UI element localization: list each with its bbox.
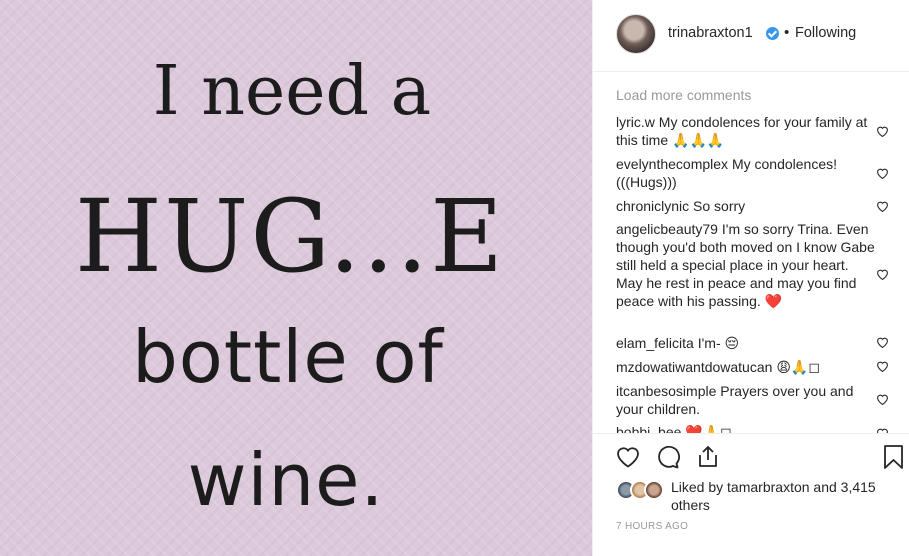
heart-icon[interactable] [615, 444, 641, 470]
comment-text: So sorry [693, 198, 746, 214]
comment-like-heart-icon[interactable] [876, 125, 889, 137]
comment-icon[interactable] [655, 444, 681, 470]
liker-avatar[interactable] [644, 480, 664, 500]
image-text-line-2: HUG...E [74, 178, 506, 295]
comment-username[interactable]: lyric.w [616, 114, 655, 130]
verified-badge-icon [766, 27, 779, 40]
comment-like-heart-icon[interactable] [876, 268, 889, 280]
comment-like-heart-icon[interactable] [876, 167, 889, 179]
comment-like-heart-icon[interactable] [876, 393, 889, 405]
comment-like-heart-icon[interactable] [876, 336, 889, 348]
comment-username[interactable]: angelicbeauty79 [616, 221, 718, 237]
comment-text: ❤️🙏◻ [685, 424, 732, 433]
comment-item: bobbi_bee ❤️🙏◻ [616, 423, 876, 433]
following-button[interactable]: Following [795, 25, 856, 41]
post-side-panel: trinabraxton1 • Following Load more comm… [592, 0, 909, 556]
likes-summary: Liked by tamarbraxton and 3,415 others [616, 478, 896, 518]
post-header: trinabraxton1 • Following [593, 0, 909, 72]
comment-text: I'm- 😔 [697, 335, 740, 351]
comment-item: chroniclynic So sorry [616, 197, 876, 215]
likes-prefix: Liked by [671, 479, 724, 495]
comment-username[interactable]: evelynthecomplex [616, 156, 728, 172]
author-username[interactable]: trinabraxton1 [668, 25, 753, 41]
comment-username[interactable]: elam_felicita [616, 335, 694, 351]
comment-like-heart-icon[interactable] [876, 200, 889, 212]
image-text-line-4: wine. [187, 438, 385, 522]
comments-list[interactable]: Load more comments lyric.w My condolence… [593, 73, 909, 433]
comment-item: evelynthecomplex My condolences! (((Hugs… [616, 155, 876, 191]
likes-text: Liked by tamarbraxton and 3,415 others [671, 478, 896, 514]
comment-username[interactable]: bobbi_bee [616, 424, 681, 433]
comment-item: angelicbeauty79 I'm so sorry Trina. Even… [616, 220, 876, 310]
comment-text: 😩🙏◻ [776, 359, 820, 375]
liker-username[interactable]: tamarbraxton [727, 479, 809, 495]
load-more-comments-button[interactable]: Load more comments [616, 87, 751, 103]
image-text-line-1: I need a [152, 52, 432, 131]
comment-item: mzdowatiwantdowatucan 😩🙏◻ [616, 358, 876, 376]
comment-item: itcanbesosimple Prayers over you and you… [616, 382, 876, 418]
separator-dot: • [784, 24, 790, 41]
comment-username[interactable]: mzdowatiwantdowatucan [616, 359, 772, 375]
post-timestamp[interactable]: 7 HOURS AGO [616, 521, 688, 532]
bookmark-icon[interactable] [881, 444, 907, 470]
share-icon[interactable] [695, 444, 721, 470]
comment-username[interactable]: chroniclynic [616, 198, 689, 214]
post-image: I need a HUG...E bottle of wine. [0, 0, 592, 556]
image-text-line-3: bottle of [132, 315, 444, 399]
comment-item: elam_felicita I'm- 😔 [616, 334, 876, 352]
comment-username[interactable]: itcanbesosimple [616, 383, 716, 399]
comment-like-heart-icon[interactable] [876, 360, 889, 372]
comment-item: lyric.w My condolences for your family a… [616, 113, 876, 149]
post-actions: Liked by tamarbraxton and 3,415 others 7… [593, 433, 909, 556]
avatar[interactable] [616, 14, 656, 54]
